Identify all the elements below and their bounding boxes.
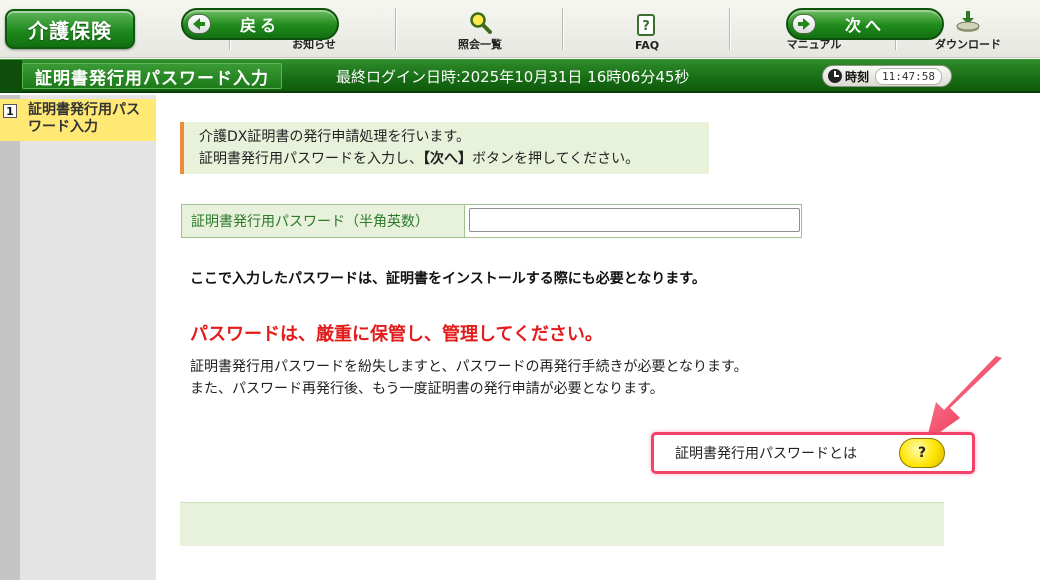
title-bar-lead [0, 60, 22, 92]
install-note: ここで入力したパスワードは、証明書をインストールする際にも必要となります。 [190, 271, 706, 287]
arrow-left-icon [187, 14, 211, 34]
info-line-2-button-ref: 【次へ】 [423, 151, 472, 167]
step-label: 証明書発行用パスワード入力 [28, 102, 140, 135]
title-bar: 証明書発行用パスワード入力 最終ログイン日時:2025年10月31日 16時06… [0, 59, 1040, 93]
search-icon [470, 12, 492, 34]
nav-item-label: FAQ [634, 39, 660, 52]
last-login-text: 最終ログイン日時:2025年10月31日 16時06分45秒 [336, 68, 690, 86]
help-box: 証明書発行用パスワードとは ? [651, 432, 975, 474]
back-button[interactable]: 戻る [181, 8, 339, 40]
clock-icon [828, 69, 842, 83]
clock-time: 11:47:58 [875, 67, 942, 85]
nav-separator [562, 8, 563, 50]
warning-line-1: 証明書発行用パスワードを紛失しますと、パスワードの再発行手続きが必要となります。 [190, 359, 748, 375]
nav-item-label: ダウンロード [935, 38, 1001, 51]
arrow-right-icon [792, 14, 816, 34]
next-button-label: 次へ [844, 16, 885, 35]
info-line-2-pre: 証明書発行用パスワードを入力し、 [199, 151, 423, 167]
password-input[interactable] [469, 208, 800, 232]
password-row: 証明書発行用パスワード（半角英数） [181, 204, 802, 238]
footer-bar [180, 502, 944, 546]
help-text: 証明書発行用パスワードとは [675, 446, 857, 462]
nav-item-label: 照会一覧 [458, 38, 502, 51]
download-icon [956, 11, 980, 32]
nav-item-inquiry[interactable]: 照会一覧 [398, 6, 562, 52]
help-button[interactable]: ? [899, 438, 945, 468]
step-number: 1 [3, 104, 17, 118]
faq-icon: ? [637, 14, 655, 36]
clock-label: 時刻 [845, 69, 870, 84]
page-title: 証明書発行用パスワード入力 [22, 63, 282, 89]
home-logo-button[interactable]: 介護保険 [5, 9, 135, 49]
next-button[interactable]: 次へ [786, 8, 944, 40]
password-label: 証明書発行用パスワード（半角英数） [182, 205, 465, 237]
info-line-2: 証明書発行用パスワードを入力し、【次へ】ボタンを押してください。 [199, 148, 709, 170]
info-line-1: 介護DX証明書の発行申請処理を行います。 [199, 129, 470, 145]
warning-body: 証明書発行用パスワードを紛失しますと、パスワードの再発行手続きが必要となります。… [190, 356, 748, 400]
info-line-2-post: ボタンを押してください。 [472, 151, 640, 167]
info-message: 介護DX証明書の発行申請処理を行います。 証明書発行用パスワードを入力し、【次へ… [180, 122, 709, 174]
svg-text:?: ? [642, 19, 650, 34]
nav-separator [729, 8, 730, 50]
warning-line-2: また、パスワード再発行後、もう一度証明書の発行申請が必要となります。 [190, 381, 664, 397]
sidebar-stripe [0, 95, 20, 580]
nav-item-faq[interactable]: ? FAQ [565, 6, 729, 52]
sidebar-step-current: 1 証明書発行用パスワード入力 [0, 99, 156, 141]
warning-title: パスワードは、厳重に保管し、管理してください。 [190, 324, 603, 345]
clock-display: 時刻 11:47:58 [822, 65, 952, 87]
nav-separator [395, 8, 396, 50]
sidebar: 1 証明書発行用パスワード入力 [0, 95, 156, 580]
back-button-label: 戻る [239, 16, 280, 35]
